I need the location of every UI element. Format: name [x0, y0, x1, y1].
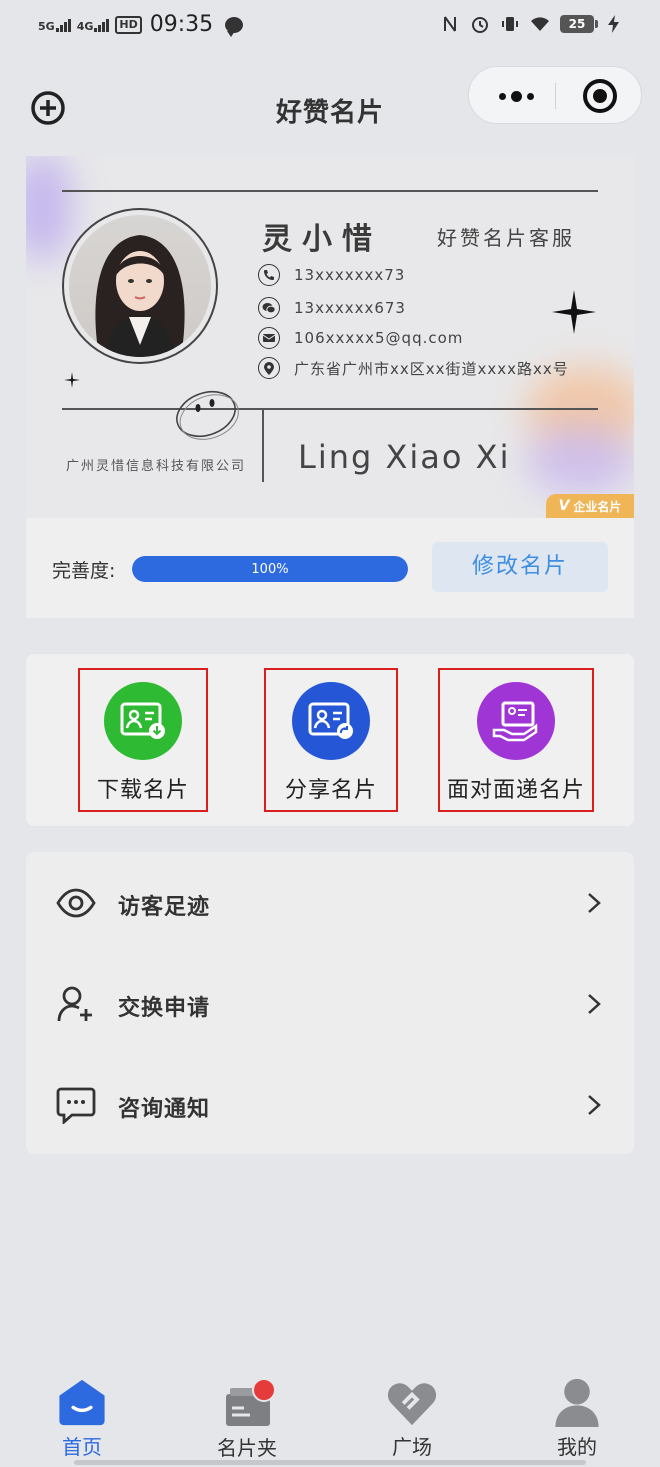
menu-item-visitors[interactable]: 访客足迹 [26, 852, 634, 952]
menu-item-label: 访客足迹 [118, 895, 211, 920]
battery-icon: 25 [560, 15, 598, 33]
sparkle-small-icon [64, 372, 80, 388]
business-card[interactable]: 灵小惜 好赞名片客服 13xxxxxxx73 13xxxxxx673 106xx… [26, 156, 634, 518]
card-wechat-row: 13xxxxxx673 [258, 297, 406, 319]
tab-label: 名片夹 [217, 1436, 277, 1460]
face-to-face-card-button[interactable]: 面对面递名片 [438, 668, 594, 812]
message-notification-icon [225, 16, 244, 37]
status-bar: 5G 4G HD 09:35 25 [0, 0, 660, 52]
action-icon-circle [477, 682, 555, 760]
capsule-divider [555, 83, 556, 109]
card-pinyin-name: Ling Xiao Xi [298, 438, 511, 476]
tab-profile[interactable]: 我的 [517, 1374, 637, 1460]
signal-4g-icon: 4G [77, 18, 110, 32]
card-divider [262, 410, 264, 482]
menu-item-label: 咨询通知 [118, 1097, 211, 1122]
nfc-icon [444, 16, 456, 32]
more-menu-button[interactable] [491, 80, 541, 112]
tab-plaza[interactable]: 广场 [352, 1374, 472, 1460]
hand-card-icon [492, 701, 538, 742]
tab-home[interactable]: 首页 [22, 1374, 142, 1460]
wechat-icon [258, 297, 280, 319]
eye-icon [56, 888, 96, 918]
smiley-icon [176, 390, 239, 440]
unread-badge [252, 1378, 276, 1402]
card-holder-icon-wrap [220, 1374, 276, 1430]
hd-voice-icon: HD [115, 15, 142, 34]
download-card-label: 下载名片 [96, 778, 189, 803]
card-email: 106xxxxx5@qq.com [294, 329, 464, 347]
decor-blob [526, 426, 634, 496]
tab-card-holder[interactable]: 名片夹 [187, 1374, 307, 1460]
home-icon [59, 1379, 105, 1426]
status-time: 09:35 [149, 12, 214, 37]
wifi-icon [531, 17, 549, 31]
action-icon-circle [104, 682, 182, 760]
bottom-tab-bar: 首页 名片夹 广场 我的 [0, 1370, 660, 1467]
sparkle-icon [552, 290, 596, 334]
share-card-label: 分享名片 [284, 778, 377, 803]
enterprise-card-label: 企业名片 [573, 499, 622, 514]
face-to-face-card-label: 面对面递名片 [446, 778, 585, 803]
mini-program-capsule [468, 66, 642, 124]
card-phone-row: 13xxxxxxx73 [258, 264, 405, 286]
alarm-icon [472, 17, 488, 33]
chevron-right-icon [588, 994, 601, 1014]
card-actions-panel: 下载名片 分享名片 面对面递名片 [26, 654, 634, 826]
card-divider [62, 408, 598, 410]
download-card-button[interactable]: 下载名片 [78, 668, 208, 812]
avatar-portrait [95, 235, 185, 357]
enterprise-card-badge: V 企业名片 [546, 494, 634, 518]
card-divider [62, 190, 598, 192]
tab-label: 首页 [62, 1435, 102, 1459]
profile-icon [555, 1378, 599, 1428]
chevron-right-icon [588, 1095, 601, 1115]
completeness-percent: 100% [251, 561, 289, 577]
chat-icon [56, 1087, 96, 1124]
card-email-row: 106xxxxx5@qq.com [258, 327, 463, 349]
email-icon [258, 327, 280, 349]
home-indicator [74, 1460, 586, 1465]
completeness-label: 完善度: [52, 560, 116, 582]
avatar [62, 208, 218, 364]
card-wechat: 13xxxxxx673 [294, 299, 406, 317]
edit-card-button[interactable]: 修改名片 [432, 542, 608, 592]
verified-v-icon: V [558, 498, 570, 514]
card-name: 灵小惜 [262, 222, 382, 257]
vibrate-icon [502, 17, 518, 31]
card-company: 广州灵惜信息科技有限公司 [66, 459, 247, 474]
completeness-section: 完善度: 100% 修改名片 [26, 518, 634, 618]
menu-item-notifications[interactable]: 咨询通知 [26, 1054, 634, 1154]
menu-item-label: 交换申请 [118, 996, 211, 1021]
phone-icon [258, 264, 280, 286]
card-address: 广东省广州市xx区xx街道xxxx路xx号 [294, 359, 569, 378]
action-icon-circle [292, 682, 370, 760]
decor-blob [26, 156, 72, 262]
share-card-icon [308, 702, 353, 739]
menu-item-exchange-requests[interactable]: 交换申请 [26, 953, 634, 1053]
tab-label: 我的 [557, 1435, 597, 1459]
location-icon [258, 357, 280, 379]
completeness-progress-fill: 100% [132, 556, 408, 582]
add-user-icon [57, 986, 92, 1022]
tab-label: 广场 [392, 1435, 432, 1459]
card-address-row: 广东省广州市xx区xx街道xxxx路xx号 [258, 357, 569, 379]
card-role: 好赞名片客服 [437, 226, 575, 250]
signal-5g-icon: 5G [38, 18, 71, 32]
download-card-icon [120, 702, 165, 739]
feature-menu: 访客足迹 交换申请 咨询通知 [26, 852, 634, 1154]
chevron-right-icon [588, 893, 601, 913]
completeness-progress-bar: 100% [132, 556, 408, 582]
plaza-icon [387, 1383, 437, 1426]
share-card-button[interactable]: 分享名片 [264, 668, 398, 812]
card-phone: 13xxxxxxx73 [294, 266, 406, 284]
close-mini-program-button[interactable] [583, 79, 617, 113]
charging-icon [608, 15, 619, 33]
